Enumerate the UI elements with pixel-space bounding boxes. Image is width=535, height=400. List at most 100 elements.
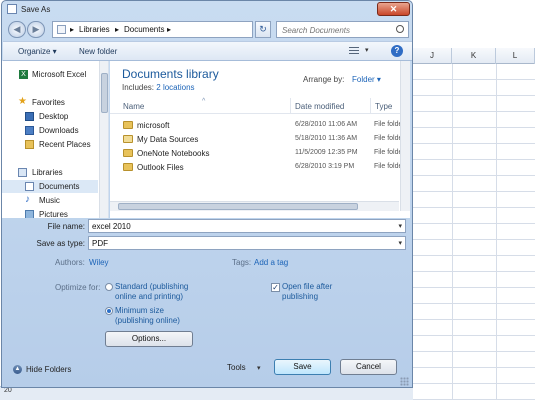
arrange-by-dropdown[interactable]: Folder ▾ bbox=[352, 75, 381, 84]
optimize-minimum-label[interactable]: Minimum size (publishing online) bbox=[115, 306, 195, 326]
close-button[interactable]: ✕ bbox=[377, 2, 410, 16]
file-name-label: File name: bbox=[47, 222, 85, 231]
nav-pane-scrollbar[interactable] bbox=[99, 61, 108, 218]
optimize-for-label: Optimize for: bbox=[55, 283, 101, 292]
music-icon: ♪ bbox=[25, 194, 30, 205]
breadcrumb-separator-icon[interactable]: ▸ bbox=[70, 25, 74, 34]
breadcrumb-libraries[interactable]: Libraries bbox=[79, 25, 110, 34]
excel-column-header-j[interactable]: J bbox=[413, 48, 452, 64]
save-as-type-select[interactable]: PDF ▾ bbox=[88, 236, 406, 250]
column-divider[interactable] bbox=[290, 98, 291, 114]
file-name: OneNote Notebooks bbox=[137, 149, 210, 158]
library-title: Documents library bbox=[122, 67, 219, 81]
file-row[interactable]: OneNote Notebooks 11/5/2009 12:35 PM Fil… bbox=[120, 146, 405, 160]
tags-label: Tags: bbox=[232, 258, 252, 267]
nav-item-favorites[interactable]: ★ Favorites bbox=[2, 96, 98, 109]
horizontal-scrollbar-thumb[interactable] bbox=[118, 203, 358, 210]
file-row[interactable]: microsoft 6/28/2010 11:06 AM File folder bbox=[120, 118, 405, 132]
file-name-field[interactable]: excel 2010 ▾ bbox=[88, 219, 406, 233]
documents-icon bbox=[25, 182, 34, 191]
forward-button[interactable]: ▶ bbox=[27, 21, 45, 38]
views-icon[interactable] bbox=[349, 47, 359, 55]
column-header-date-modified[interactable]: Date modified bbox=[295, 102, 344, 111]
open-after-publish-label[interactable]: Open file after publishing bbox=[282, 282, 352, 302]
libraries-icon bbox=[18, 168, 27, 177]
hide-folders-button[interactable]: Hide Folders bbox=[26, 365, 71, 374]
nav-pane-scrollbar-thumb[interactable] bbox=[101, 73, 108, 113]
save-as-type-label: Save as type: bbox=[36, 239, 85, 248]
options-button[interactable]: Options... bbox=[105, 331, 193, 347]
dialog-titlebar[interactable]: Save As ✕ bbox=[2, 1, 412, 19]
cancel-button[interactable]: Cancel bbox=[340, 359, 397, 375]
excel-column-header-l[interactable]: L bbox=[496, 48, 535, 64]
file-list-horizontal-scrollbar[interactable] bbox=[110, 201, 399, 211]
nav-item-music[interactable]: ♪ Music bbox=[2, 194, 98, 207]
address-bar[interactable]: ▸ Libraries ▸ Documents ▸ ▾ bbox=[52, 21, 298, 38]
nav-item-label: Microsoft Excel bbox=[32, 70, 87, 79]
nav-item-label: Documents bbox=[39, 182, 80, 191]
column-divider[interactable] bbox=[370, 98, 371, 114]
excel-column-header-k[interactable]: K bbox=[452, 48, 496, 64]
hide-folders-icon[interactable]: ▲ bbox=[13, 365, 22, 374]
library-includes: Includes: 2 locations bbox=[122, 83, 195, 92]
breadcrumb-separator-icon[interactable]: ▸ bbox=[115, 25, 119, 34]
nav-item-microsoft-excel[interactable]: X Microsoft Excel bbox=[2, 68, 98, 81]
file-date: 6/28/2010 3:19 PM bbox=[295, 163, 355, 170]
file-row[interactable]: Outlook Files 6/28/2010 3:19 PM File fol… bbox=[120, 160, 405, 174]
file-name-dropdown-icon[interactable]: ▾ bbox=[398, 222, 402, 230]
nav-item-label: Downloads bbox=[39, 126, 79, 135]
optimize-minimum-radio[interactable] bbox=[105, 307, 113, 315]
authors-value[interactable]: Wiley bbox=[89, 258, 109, 267]
toolbar: Organize ▾ New folder ▾ ? bbox=[3, 41, 412, 61]
resize-grip[interactable] bbox=[400, 377, 409, 386]
library-locations-link[interactable]: 2 locations bbox=[156, 83, 194, 92]
file-name: My Data Sources bbox=[137, 135, 199, 144]
search-input[interactable] bbox=[282, 24, 394, 36]
excel-column-headers: J K L bbox=[413, 48, 535, 64]
file-row[interactable]: My Data Sources 5/18/2010 11:36 AM File … bbox=[120, 132, 405, 146]
organize-button[interactable]: Organize ▾ bbox=[18, 47, 57, 56]
column-headers: Name ^ Date modified Type bbox=[110, 98, 410, 114]
nav-item-libraries[interactable]: Libraries bbox=[2, 166, 98, 179]
add-tag-link[interactable]: Add a tag bbox=[254, 258, 288, 267]
file-name: Outlook Files bbox=[137, 163, 184, 172]
refresh-button[interactable]: ↻ bbox=[255, 21, 271, 38]
breadcrumb-separator-icon[interactable]: ▸ bbox=[167, 25, 171, 34]
folder-icon bbox=[123, 121, 133, 129]
nav-item-downloads[interactable]: Downloads bbox=[2, 124, 98, 137]
excel-row-area bbox=[0, 386, 413, 400]
nav-item-recent-places[interactable]: Recent Places bbox=[2, 138, 98, 151]
back-button[interactable]: ◀ bbox=[8, 21, 26, 38]
optimize-standard-label[interactable]: Standard (publishing online and printing… bbox=[115, 282, 200, 302]
column-header-name[interactable]: Name bbox=[123, 102, 144, 111]
breadcrumb-documents[interactable]: Documents bbox=[124, 25, 164, 34]
views-dropdown-icon[interactable]: ▾ bbox=[365, 46, 369, 54]
excel-cell-grid[interactable] bbox=[413, 64, 535, 400]
file-list-vertical-scrollbar[interactable] bbox=[400, 61, 410, 211]
tools-dropdown-icon[interactable]: ▾ bbox=[257, 364, 261, 372]
save-as-type-value: PDF bbox=[92, 239, 108, 248]
search-icon[interactable] bbox=[396, 25, 404, 33]
pictures-icon bbox=[25, 210, 34, 218]
file-name: microsoft bbox=[137, 121, 170, 130]
nav-item-pictures[interactable]: Pictures bbox=[2, 208, 98, 218]
search-box[interactable] bbox=[276, 21, 409, 38]
file-name-value: excel 2010 bbox=[92, 222, 131, 231]
file-list-pane: Documents library Includes: 2 locations … bbox=[110, 61, 410, 218]
excel-row-number[interactable]: 20 bbox=[4, 387, 12, 394]
new-folder-button[interactable]: New folder bbox=[79, 47, 117, 56]
nav-item-label: Recent Places bbox=[39, 140, 91, 149]
nav-item-documents[interactable]: Documents bbox=[2, 180, 98, 193]
nav-item-desktop[interactable]: Desktop bbox=[2, 110, 98, 123]
open-after-publish-checkbox[interactable]: ✓ bbox=[271, 283, 280, 292]
optimize-standard-radio[interactable] bbox=[105, 283, 113, 291]
tools-button[interactable]: Tools bbox=[227, 363, 246, 372]
recent-places-icon bbox=[25, 140, 34, 149]
save-as-type-dropdown-icon[interactable]: ▾ bbox=[398, 239, 402, 247]
save-as-icon bbox=[7, 4, 17, 14]
column-header-type[interactable]: Type bbox=[375, 102, 392, 111]
downloads-icon bbox=[25, 126, 34, 135]
help-icon[interactable]: ? bbox=[391, 45, 403, 57]
nav-item-label: Favorites bbox=[32, 98, 65, 107]
save-button[interactable]: Save bbox=[274, 359, 331, 375]
